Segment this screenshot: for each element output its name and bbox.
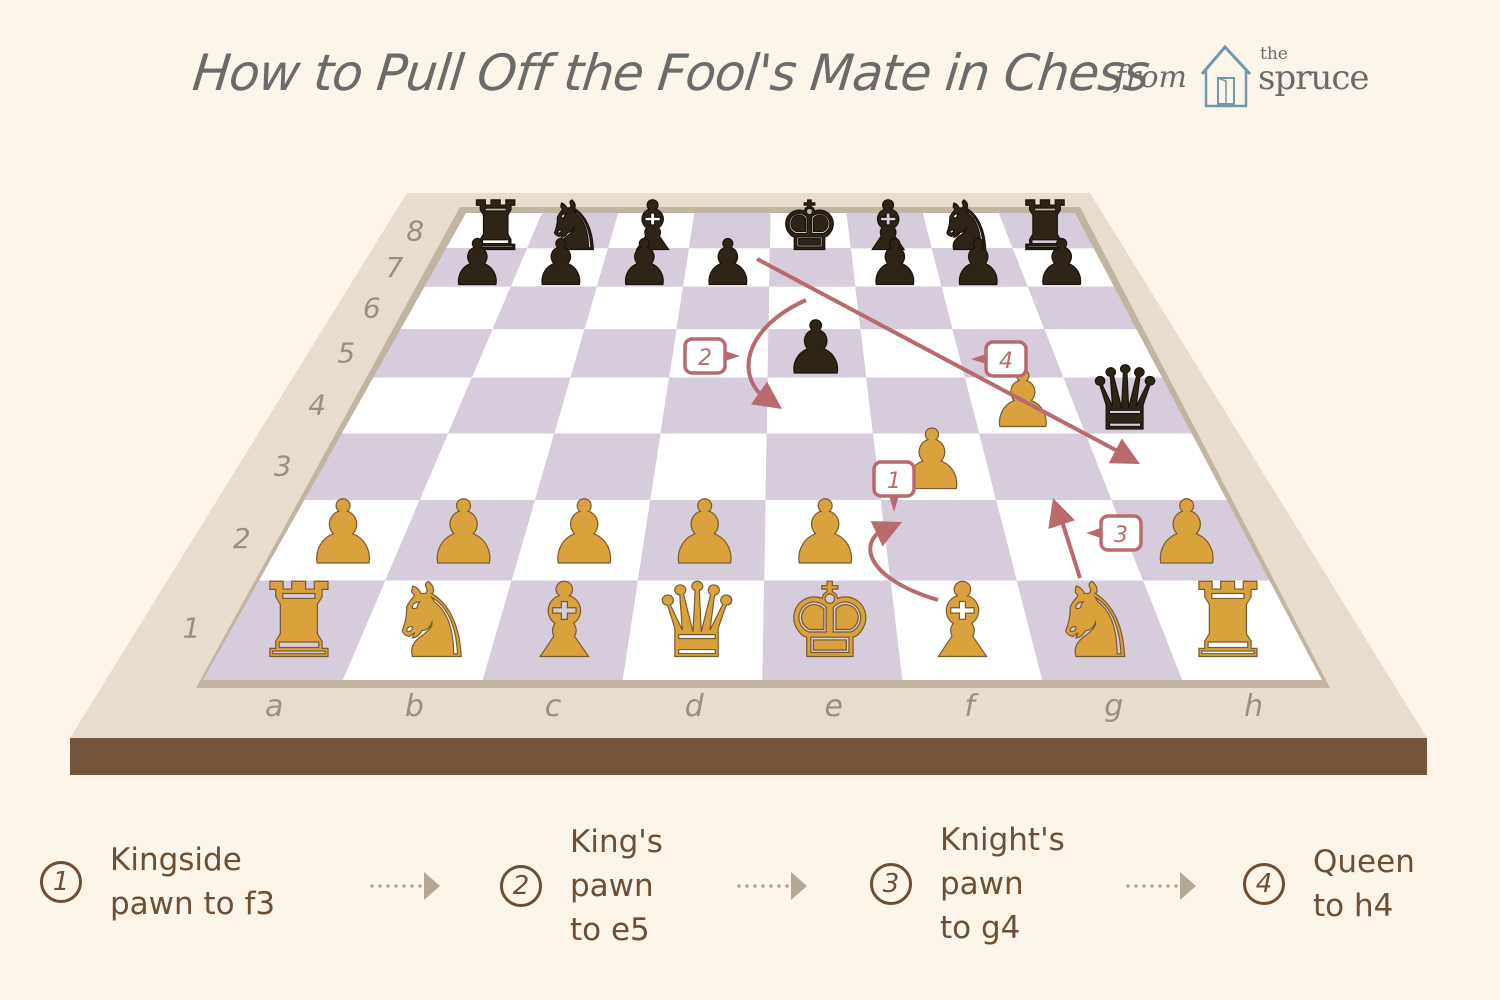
- white-king-e1: ♚: [784, 561, 876, 681]
- rank-label-6: 6: [363, 291, 381, 324]
- rank-label-2: 2: [233, 522, 251, 555]
- step-text: Queen to h4: [1313, 844, 1415, 924]
- step-number-badge: 3: [870, 863, 912, 905]
- step-number-badge: 4: [1243, 863, 1285, 905]
- white-bishop-c1: ♝: [518, 561, 610, 681]
- callout-label: 2: [698, 346, 712, 371]
- black-pawn-g7: ♟: [950, 227, 1006, 300]
- file-label-a: a: [265, 689, 283, 724]
- step-text: Kingside pawn to f3: [110, 842, 276, 922]
- step-number-badge: 1: [40, 861, 82, 903]
- step-1: 1 Kingside pawn to f3: [40, 838, 275, 926]
- white-rook-h1: ♜: [1182, 561, 1274, 681]
- rank-label-5: 5: [337, 337, 355, 370]
- step-text: King's pawn to e5: [570, 824, 663, 948]
- file-label-h: h: [1244, 689, 1263, 724]
- callout-label: 1: [887, 469, 901, 494]
- file-label-d: d: [685, 689, 705, 724]
- rank-label-4: 4: [308, 388, 326, 421]
- square-d4: [660, 377, 768, 434]
- step-3: 3 Knight's pawn to g4: [870, 818, 1065, 950]
- black-pawn-b7: ♟: [533, 227, 589, 300]
- black-pawn-e5: ♟: [783, 306, 848, 391]
- callout-label: 4: [999, 349, 1013, 374]
- board-base-edge: [70, 738, 1427, 775]
- step-number-badge: 2: [500, 865, 542, 907]
- callout-label: 3: [1114, 523, 1128, 548]
- square-c5: [570, 329, 677, 378]
- rank-label-7: 7: [386, 251, 404, 284]
- black-queen-h4: ♛: [1086, 347, 1165, 450]
- white-rook-a1: ♜: [253, 561, 345, 681]
- step-arrow-separator: [1124, 872, 1196, 900]
- rank-label-3: 3: [274, 449, 292, 482]
- black-king-e8: ♚: [779, 187, 840, 266]
- file-label-e: e: [824, 689, 842, 724]
- black-pawn-f7: ♟: [867, 227, 923, 300]
- step-arrow-separator: [368, 872, 440, 900]
- arrow-right-icon: [424, 872, 440, 900]
- white-knight-b1: ♞: [385, 561, 477, 681]
- white-knight-g1: ♞: [1049, 561, 1141, 681]
- square-c4: [554, 377, 670, 434]
- black-pawn-h7: ♟: [1034, 227, 1090, 300]
- black-pawn-a7: ♟: [449, 227, 505, 300]
- white-bishop-f1: ♝: [916, 561, 1008, 681]
- step-4: 4 Queen to h4: [1243, 840, 1415, 928]
- move-steps: 1 Kingside pawn to f3 2 King's pawn to e…: [0, 810, 1500, 970]
- file-label-b: b: [405, 689, 424, 724]
- file-label-g: g: [1104, 689, 1123, 724]
- arrow-right-icon: [1180, 872, 1196, 900]
- rank-label-8: 8: [406, 214, 424, 247]
- step-text: Knight's pawn to g4: [940, 822, 1065, 946]
- black-pawn-c7: ♟: [616, 227, 672, 300]
- square-f5: [860, 329, 965, 378]
- chess-board-illustration: 87654321a b c d e f g h♜ ♞ ♝ ♚ ♝ ♞ ♜♟ ♟ ♟ ♟ ♟ ♟ ♟♟ ♛♟♟♟ ♟ ♟ ♟ ♟ ♟…: [70, 187, 1427, 775]
- black-pawn-d7: ♟: [700, 227, 756, 300]
- arrow-right-icon: [791, 872, 807, 900]
- file-label-c: c: [545, 689, 562, 724]
- step-2: 2 King's pawn to e5: [500, 820, 663, 952]
- step-arrow-separator: [735, 872, 807, 900]
- rank-label-1: 1: [183, 612, 201, 645]
- white-queen-d1: ♛: [651, 561, 743, 681]
